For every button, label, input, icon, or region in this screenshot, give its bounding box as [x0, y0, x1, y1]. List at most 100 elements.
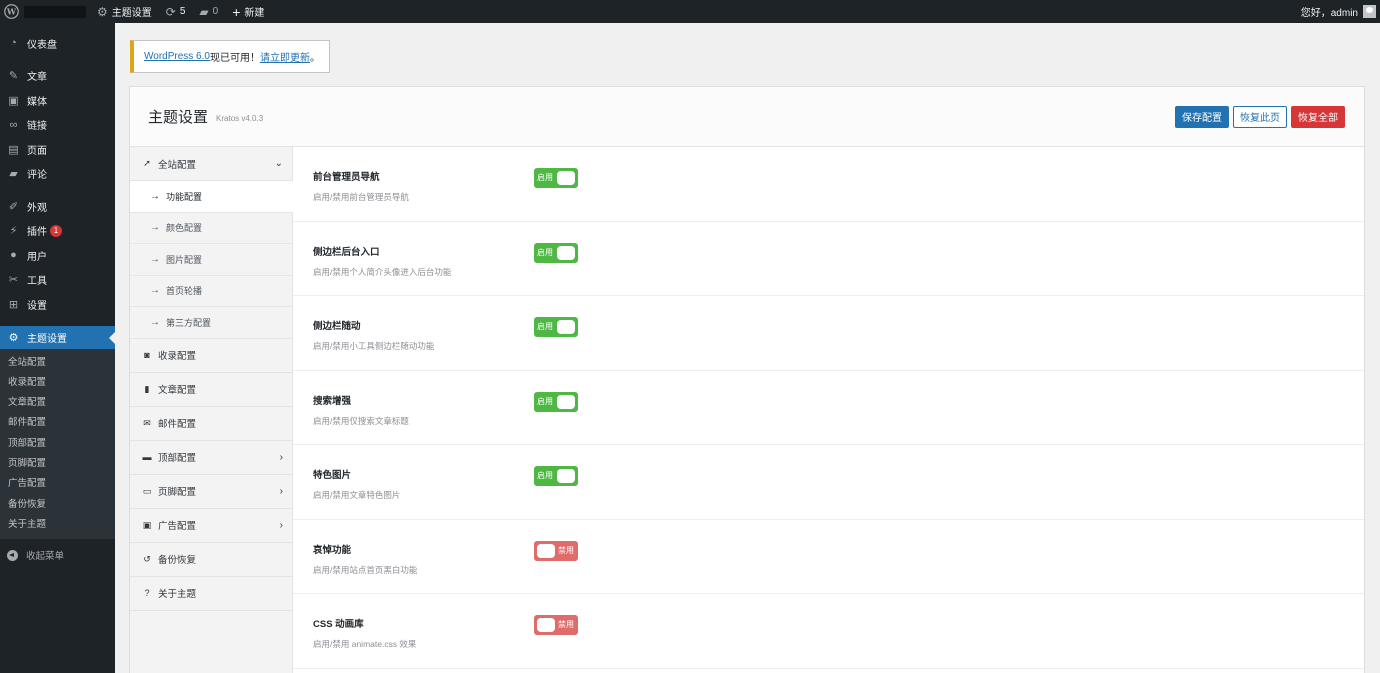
sidebar-item-links[interactable]: ∞ 链接: [0, 113, 115, 138]
collapse-menu-button[interactable]: 收起菜单: [0, 543, 115, 567]
switch-knob: [557, 245, 575, 260]
update-now-link[interactable]: 请立即更新: [260, 49, 310, 64]
nav-item-header-config[interactable]: ▬ 顶部配置 ›: [130, 441, 292, 475]
sidebar-item-users[interactable]: ● 用户: [0, 243, 115, 268]
submenu-item[interactable]: 备份恢复: [0, 495, 115, 515]
sidebar-item-appearance[interactable]: ✐ 外观: [0, 194, 115, 219]
switch-knob: [537, 618, 555, 632]
submenu-item[interactable]: 收录配置: [0, 373, 115, 393]
sidebar-item-settings[interactable]: ⊞ 设置: [0, 292, 115, 317]
gear-icon: ⚙: [97, 4, 108, 19]
switch-label: 启用: [537, 247, 553, 257]
arrow-right-icon: →: [150, 190, 160, 202]
field-title: 特色图片: [313, 470, 352, 481]
nav-item-label: 备份恢复: [158, 555, 197, 566]
sidebar-item-comments[interactable]: ▰ 评论: [0, 162, 115, 187]
nav-item-mail-config[interactable]: ✉ 邮件配置: [130, 407, 292, 441]
nav-sub-feature-config[interactable]: → 功能配置: [130, 181, 293, 213]
sidebar-item-plugins[interactable]: ⚡ 插件 1: [0, 219, 115, 244]
nav-item-label: 邮件配置: [158, 419, 197, 430]
sidebar-item-posts[interactable]: ✎ 文章: [0, 64, 115, 89]
submenu-item[interactable]: 关于主题: [0, 515, 115, 535]
switch-label: 启用: [537, 471, 553, 480]
save-config-button[interactable]: 保存配置: [1175, 105, 1229, 128]
admin-sidebar: ◔ 仪表盘 ✎ 文章 ▣ 媒体 ∞ 链接 ▤ 页面 ▰ 评论 ✐ 外观 ⚡ 插件…: [0, 23, 115, 673]
wordpress-version-link[interactable]: WordPress 6.0: [144, 51, 210, 62]
submenu-item[interactable]: 邮件配置: [0, 413, 115, 433]
field-sidebar-sticky: 侧边栏随动 启用/禁用小工具侧边栏随动功能 启用: [293, 296, 1364, 371]
brush-icon: ✐: [8, 200, 19, 213]
submenu-item[interactable]: 顶部配置: [0, 434, 115, 454]
rocket-icon: ➚: [143, 158, 151, 168]
wrench-icon: ✂: [8, 274, 19, 287]
toggle-switch[interactable]: 启用: [534, 466, 578, 486]
switch-knob: [557, 394, 575, 409]
site-name-link[interactable]: ⚙ 主题设置: [90, 0, 159, 23]
user-icon: ●: [10, 249, 17, 262]
sidebar-item-pages[interactable]: ▤ 页面: [0, 137, 115, 162]
switch-label: 启用: [537, 173, 553, 182]
nav-item-site-config[interactable]: ➚ 全站配置 ⌄: [130, 147, 292, 181]
toggle-switch[interactable]: 禁用: [534, 615, 578, 635]
nav-sub-label: 首页轮播: [166, 286, 203, 297]
field-desc: 启用/禁用小工具侧边栏随动功能: [313, 341, 435, 351]
sidebar-item-dashboard[interactable]: ◔ 仪表盘: [0, 31, 115, 56]
nav-sub-image-config[interactable]: → 图片配置: [130, 244, 292, 276]
submenu-item[interactable]: 广告配置: [0, 474, 115, 494]
submenu-item[interactable]: 文章配置: [0, 393, 115, 413]
toggle-switch[interactable]: 启用: [534, 317, 578, 337]
switch-label: 禁用: [558, 620, 574, 629]
reset-page-button[interactable]: 恢复此页: [1233, 105, 1287, 128]
nav-item-seo-config[interactable]: ◙ 收录配置: [130, 339, 292, 373]
site-title-blurred[interactable]: [24, 5, 86, 18]
reset-all-button[interactable]: 恢复全部: [1291, 105, 1345, 128]
field-admin-nav: 前台管理员导航 启用/禁用前台管理员导航 启用: [293, 147, 1364, 222]
nav-item-post-config[interactable]: ▮ 文章配置: [130, 373, 292, 407]
arrow-right-icon: →: [150, 316, 160, 328]
arrow-right-icon: →: [150, 285, 160, 297]
sidebar-item-label: 页面: [27, 145, 47, 157]
nav-sub-color-config[interactable]: → 颜色配置: [130, 212, 292, 244]
toggle-switch[interactable]: 启用: [534, 168, 578, 188]
arrow-right-icon: →: [150, 222, 160, 234]
field-title: 侧边栏后台入口: [313, 246, 380, 258]
nav-sub-label: 颜色配置: [166, 223, 203, 234]
nav-item-about-theme[interactable]: ? 关于主题: [130, 577, 292, 611]
nav-item-label: 顶部配置: [158, 453, 197, 464]
nav-item-ad-config[interactable]: ▣ 广告配置 ›: [130, 509, 292, 543]
sidebar-item-label: 用户: [27, 251, 47, 263]
sidebar-item-label: 文章: [27, 72, 47, 84]
envelope-icon: ✉: [143, 417, 151, 428]
nav-sub-third-party-config[interactable]: → 第三方配置: [130, 307, 292, 339]
comments-link[interactable]: ▰ 0: [192, 0, 225, 23]
sidebar-item-label: 链接: [27, 121, 47, 133]
chevron-right-icon: ›: [279, 519, 283, 531]
panel-header: 主题设置 Kratos v4.0.3 保存配置 恢复此页 恢复全部: [130, 87, 1364, 147]
page-title: 主题设置: [148, 109, 209, 126]
nav-sub-home-carousel[interactable]: → 首页轮播: [130, 275, 292, 307]
submenu-item[interactable]: 全站配置: [0, 353, 115, 373]
field-desc: 启用/禁用站点首页黑白功能: [313, 564, 418, 575]
nav-item-label: 关于主题: [158, 589, 197, 600]
nav-item-footer-config[interactable]: ▭ 页脚配置 ›: [130, 475, 292, 509]
collapse-menu-label: 收起菜单: [26, 551, 65, 563]
toggle-switch[interactable]: 启用: [534, 242, 578, 263]
toggle-switch[interactable]: 启用: [534, 391, 578, 412]
my-account-link[interactable]: 您好，admin: [1294, 0, 1380, 23]
toggle-switch[interactable]: 禁用: [534, 540, 578, 561]
sidebar-item-tools[interactable]: ✂ 工具: [0, 268, 115, 293]
plugin-icon: ⚡: [9, 225, 18, 238]
nav-item-backup-restore[interactable]: ↺ 备份恢复: [130, 543, 292, 577]
sidebar-item-theme-settings[interactable]: ⚙ 主题设置: [0, 325, 115, 349]
submenu-item[interactable]: 页脚配置: [0, 454, 115, 474]
new-label: 新建: [244, 8, 265, 19]
site-name-label: 主题设置: [111, 8, 152, 19]
new-content-link[interactable]: + 新建: [225, 0, 271, 23]
updates-link[interactable]: ⟳ 5: [159, 0, 193, 23]
wordpress-logo-icon[interactable]: W: [0, 0, 24, 23]
footer-icon: ▭: [142, 485, 152, 496]
theme-version: Kratos v4.0.3: [216, 114, 264, 123]
sidebar-item-label: 设置: [27, 300, 47, 312]
plugin-update-badge: 1: [50, 224, 62, 237]
sidebar-item-media[interactable]: ▣ 媒体: [0, 88, 115, 113]
